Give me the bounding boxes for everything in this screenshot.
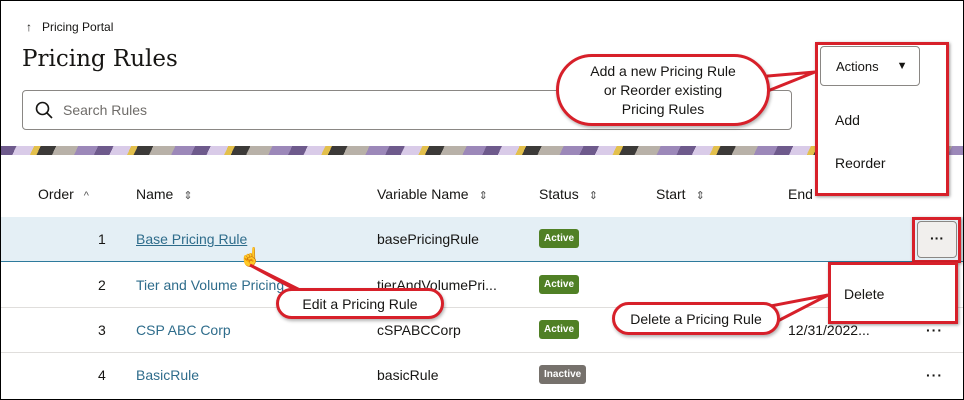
callout-delete: Delete a Pricing Rule [612,302,780,335]
callout-add: Add a new Pricing Rule or Reorder existi… [556,54,770,126]
callout-edit: Edit a Pricing Rule [276,288,444,319]
callout-pointers [249,70,829,327]
